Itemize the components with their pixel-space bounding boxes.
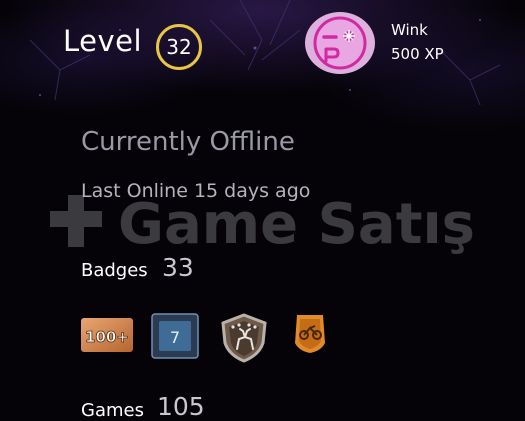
games-count[interactable]: 105 [157, 392, 205, 421]
badge-motorcycle[interactable] [293, 313, 327, 359]
badge-100-plus-icon: 100+ [81, 318, 133, 352]
online-status: Currently Offline [81, 127, 295, 157]
badges-count[interactable]: 33 [162, 253, 194, 282]
level-badge: 32 [156, 24, 202, 70]
badge-100-plus[interactable]: 100+ [80, 313, 134, 359]
reward-xp: 500 XP [391, 45, 444, 63]
badge-deer-shield[interactable] [219, 313, 269, 367]
level-label: Level [63, 24, 143, 58]
wink-emoji-icon [313, 16, 367, 70]
badge-card-icon: 7 [151, 313, 199, 359]
badge-motorcycle-icon [295, 315, 325, 353]
badge-card[interactable]: 7 [151, 313, 199, 363]
reward-name: Wink [391, 21, 428, 39]
reward-avatar[interactable] [305, 12, 375, 74]
badge-card-text: 7 [170, 328, 180, 347]
badges-label[interactable]: Badges [81, 260, 148, 281]
games-label[interactable]: Games [81, 400, 144, 421]
badge-100-plus-text: 100+ [85, 328, 129, 346]
badge-deer-shield-icon [221, 313, 267, 363]
last-online: Last Online 15 days ago [81, 180, 311, 202]
